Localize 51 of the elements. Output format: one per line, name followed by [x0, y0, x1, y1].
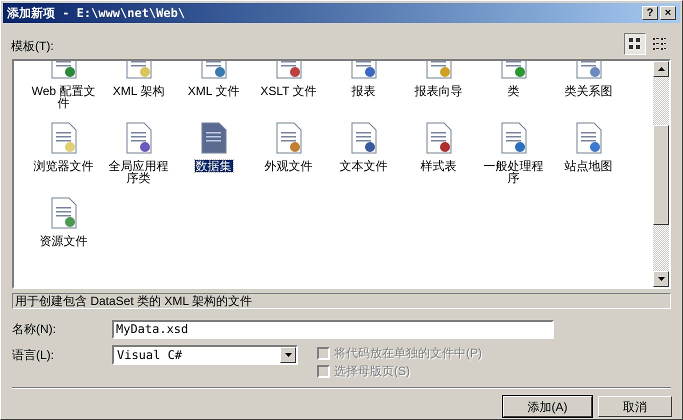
help-button[interactable]: ? [642, 6, 658, 20]
down-arrow-icon [658, 277, 664, 281]
language-value: Visual C# [116, 347, 184, 364]
name-label: 名称(N): [12, 321, 57, 338]
option-label: 选择母版页(S) [334, 363, 410, 380]
document-icon [124, 122, 152, 154]
document-icon [574, 122, 602, 154]
name-input[interactable]: MyData.xsd [112, 320, 554, 338]
templates-label: 模板(T): [11, 38, 54, 55]
template-label[interactable]: XML 文件 [186, 85, 240, 97]
template-label[interactable]: 站点地图 [564, 160, 614, 172]
template-label[interactable]: XSLT 文件 [259, 85, 318, 97]
large-icons-icon [629, 38, 641, 50]
template-label[interactable]: 浏览器文件 [32, 160, 94, 172]
document-icon [500, 122, 528, 154]
scroll-thumb[interactable] [653, 125, 669, 225]
down-arrow-icon [284, 353, 292, 357]
template-label[interactable]: 报表向导 [414, 85, 464, 97]
template-label[interactable]: Web 配置文件 [28, 85, 100, 109]
document-icon [200, 122, 228, 154]
scrollbar[interactable] [653, 61, 669, 287]
template-label[interactable]: 报表 [350, 85, 376, 97]
language-label: 语言(L): [12, 347, 55, 364]
template-label[interactable]: 一般处理程序 [478, 160, 550, 184]
template-label[interactable]: XML 架构 [112, 85, 166, 97]
template-label[interactable]: 文本文件 [338, 160, 388, 172]
option-label: 将代码放在单独的文件中(P) [334, 345, 482, 362]
close-button[interactable]: × [660, 6, 676, 20]
window-title: 添加新项 - E:\www\net\Web\ [7, 5, 186, 22]
up-arrow-icon [658, 67, 664, 71]
template-label[interactable]: 样式表 [420, 160, 458, 172]
document-icon [350, 122, 378, 154]
template-label[interactable]: 类关系图 [564, 85, 614, 97]
document-icon [50, 197, 78, 229]
template-label[interactable]: 全局应用程序类 [102, 160, 174, 184]
template-label[interactable]: 资源文件 [38, 235, 88, 247]
template-label[interactable]: 类 [506, 85, 520, 97]
scroll-down-button[interactable] [653, 271, 669, 287]
cancel-button[interactable]: 取消 [598, 396, 672, 417]
add-button[interactable]: 添加(A) [503, 396, 592, 417]
document-icon [424, 122, 452, 154]
template-label[interactable]: 数据集 [194, 160, 232, 172]
large-icons-view-button[interactable] [624, 33, 646, 55]
template-label[interactable]: 外观文件 [264, 160, 314, 172]
document-icon [274, 122, 302, 154]
scroll-up-button[interactable] [653, 61, 669, 77]
description-bar: 用于创建包含 DataSet 类的 XML 架构的文件 [12, 293, 671, 309]
document-icon [50, 122, 78, 154]
language-dropdown[interactable]: Visual C# [112, 345, 298, 365]
dropdown-arrow-button[interactable] [280, 347, 296, 363]
list-icon [652, 38, 666, 50]
